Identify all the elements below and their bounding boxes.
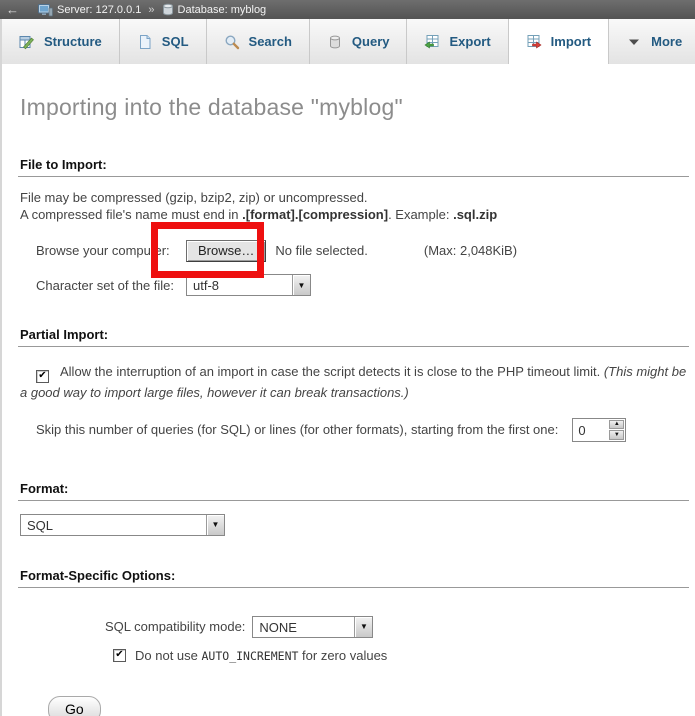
dropdown-arrow-icon[interactable] bbox=[354, 617, 372, 637]
dropdown-arrow-icon[interactable] bbox=[292, 275, 310, 295]
tab-label: More bbox=[651, 34, 682, 49]
allow-interruption-label: Allow the interruption of an import in c… bbox=[60, 364, 604, 379]
breadcrumb-separator: » bbox=[148, 4, 154, 16]
charset-selected-value: utf-8 bbox=[187, 275, 292, 295]
sql-compat-label: SQL compatibility mode: bbox=[105, 619, 245, 634]
charset-row: Character set of the file: utf-8 bbox=[18, 273, 691, 297]
back-arrow-icon[interactable]: ← bbox=[6, 2, 19, 17]
structure-icon bbox=[19, 34, 35, 50]
section-heading-format: Format: bbox=[18, 481, 689, 501]
import-icon bbox=[526, 34, 542, 50]
stepper-up-icon[interactable]: ▲ bbox=[609, 420, 624, 430]
go-button[interactable]: Go bbox=[48, 696, 101, 716]
auto-increment-keyword: AUTO_INCREMENT bbox=[202, 649, 299, 663]
breadcrumb: ← Server: 127.0.0.1 » Database: myblog bbox=[0, 0, 695, 19]
section-heading-format-options: Format-Specific Options: bbox=[18, 568, 689, 588]
sql-icon bbox=[137, 34, 153, 50]
browse-label: Browse your computer: bbox=[36, 243, 186, 258]
database-icon bbox=[162, 3, 174, 16]
charset-label: Character set of the file: bbox=[36, 278, 186, 293]
breadcrumb-server[interactable]: Server: 127.0.0.1 bbox=[38, 3, 141, 17]
sql-compat-selected-value: NONE bbox=[253, 617, 354, 637]
server-icon bbox=[38, 3, 53, 17]
charset-select[interactable]: utf-8 bbox=[186, 274, 311, 296]
auto-increment-label-suffix: for zero values bbox=[298, 648, 387, 663]
auto-increment-label: Do not use AUTO_INCREMENT for zero value… bbox=[135, 648, 387, 663]
auto-increment-row: Do not use AUTO_INCREMENT for zero value… bbox=[18, 648, 691, 663]
stepper-down-icon[interactable]: ▼ bbox=[609, 430, 624, 440]
format-row: SQL bbox=[18, 501, 691, 536]
tab-search[interactable]: Search bbox=[207, 19, 310, 64]
skip-queries-value: 0 bbox=[573, 419, 608, 441]
skip-queries-stepper[interactable]: 0 ▲ ▼ bbox=[572, 418, 626, 442]
allow-interruption-checkbox[interactable] bbox=[36, 370, 49, 383]
format-select[interactable]: SQL bbox=[20, 514, 225, 536]
max-size-note: (Max: 2,048KiB) bbox=[424, 243, 517, 258]
database-label: Database: myblog bbox=[178, 4, 267, 16]
browse-button[interactable]: Browse… bbox=[186, 240, 266, 262]
page-title: Importing into the database "myblog" bbox=[20, 94, 691, 121]
compression-note: File may be compressed (gzip, bzip2, zip… bbox=[20, 190, 368, 205]
tab-label: Export bbox=[449, 34, 490, 49]
sql-compat-row: SQL compatibility mode: NONE bbox=[18, 615, 691, 639]
tab-query[interactable]: Query bbox=[310, 19, 408, 64]
breadcrumb-database[interactable]: Database: myblog bbox=[162, 3, 267, 16]
skip-queries-label: Skip this number of queries (for SQL) or… bbox=[36, 422, 558, 437]
filename-pattern: .[format].[compression] bbox=[242, 207, 388, 222]
tab-bar: Structure SQL Search bbox=[2, 19, 695, 64]
tab-sql[interactable]: SQL bbox=[120, 19, 207, 64]
filename-example: .sql.zip bbox=[453, 207, 497, 222]
search-icon bbox=[224, 34, 240, 50]
dropdown-arrow-icon[interactable] bbox=[206, 515, 224, 535]
chevron-down-icon bbox=[626, 34, 642, 50]
format-selected-value: SQL bbox=[21, 515, 206, 535]
tab-more[interactable]: More bbox=[609, 19, 695, 64]
stepper-arrows: ▲ ▼ bbox=[608, 419, 625, 441]
allow-interruption-row: Allow the interruption of an import in c… bbox=[18, 362, 691, 402]
tab-label: Search bbox=[249, 34, 292, 49]
tab-export[interactable]: Export bbox=[407, 19, 508, 64]
tab-structure[interactable]: Structure bbox=[2, 19, 120, 64]
import-page: Importing into the database "myblog" Fil… bbox=[2, 94, 695, 716]
filename-note: A compressed file's name must end in bbox=[20, 207, 242, 222]
tab-label: Query bbox=[352, 34, 390, 49]
auto-increment-label-prefix: Do not use bbox=[135, 648, 202, 663]
tab-label: Import bbox=[551, 34, 591, 49]
server-label: Server: 127.0.0.1 bbox=[57, 4, 141, 16]
section-heading-partial-import: Partial Import: bbox=[18, 327, 689, 347]
query-icon bbox=[327, 34, 343, 50]
form-actions: Go bbox=[48, 696, 691, 716]
no-file-selected-text: No file selected. bbox=[275, 243, 368, 258]
sql-compat-select[interactable]: NONE bbox=[252, 616, 373, 638]
tab-label: Structure bbox=[44, 34, 102, 49]
section-heading-file-to-import: File to Import: bbox=[18, 157, 689, 177]
file-import-help-text: File may be compressed (gzip, bzip2, zip… bbox=[18, 189, 691, 223]
skip-queries-row: Skip this number of queries (for SQL) or… bbox=[18, 417, 691, 443]
export-icon bbox=[424, 34, 440, 50]
auto-increment-checkbox[interactable] bbox=[113, 649, 126, 662]
browse-file-row: Browse your computer: Browse… No file se… bbox=[18, 238, 691, 263]
tab-label: SQL bbox=[162, 34, 189, 49]
tab-import[interactable]: Import bbox=[509, 19, 609, 64]
filename-example-label: . Example: bbox=[388, 207, 453, 222]
